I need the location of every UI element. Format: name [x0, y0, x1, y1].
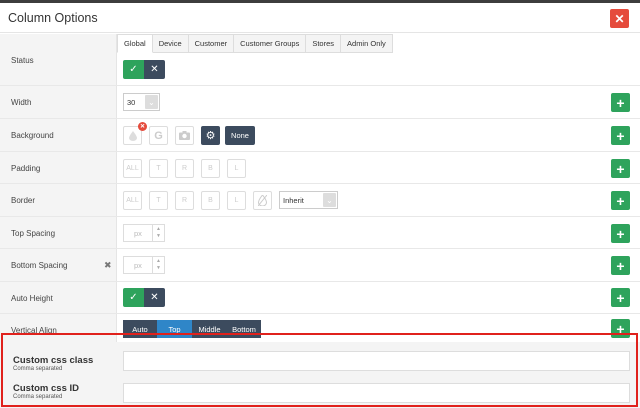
row-background: Background ✕ G ⚙ None + [0, 119, 640, 152]
row-top-spacing: Top Spacing px ▲ ▼ + [0, 217, 640, 249]
padding-all[interactable]: ALL [123, 159, 142, 178]
auto-height-label: Auto Height [11, 294, 53, 303]
remove-color-icon[interactable]: ✕ [138, 122, 147, 131]
border-add-button[interactable]: + [611, 191, 630, 210]
row-bottom-spacing: Bottom Spacing ✖ px ▲ ▼ + [0, 249, 640, 282]
bottom-spacing-add-button[interactable]: + [611, 256, 630, 275]
check-icon[interactable]: ✓ [123, 60, 144, 79]
remove-icon[interactable]: ✖ [104, 260, 112, 271]
close-icon: ✕ [614, 11, 625, 26]
padding-bottom[interactable]: B [201, 159, 220, 178]
padding-top[interactable]: T [149, 159, 168, 178]
background-none-button[interactable]: None [225, 126, 255, 145]
chevron-down-icon: ⌄ [145, 95, 158, 109]
close-button[interactable]: ✕ [610, 9, 629, 28]
padding-left[interactable]: L [227, 159, 246, 178]
top-spacing-add-button[interactable]: + [611, 224, 630, 243]
top-spacing-input[interactable]: px ▲ ▼ [123, 224, 165, 242]
row-auto-height: Auto Height ✓ ✕ + [0, 282, 640, 314]
plus-icon: + [616, 257, 625, 274]
check-icon[interactable]: ✓ [123, 288, 144, 307]
padding-right[interactable]: R [175, 159, 194, 178]
plus-icon: + [616, 94, 625, 111]
border-left[interactable]: L [227, 191, 246, 210]
plus-icon: + [616, 192, 625, 209]
plus-icon: + [616, 225, 625, 242]
modal-title: Column Options [8, 11, 98, 25]
row-border: Border ALL T R B L Inherit ⌄ + [0, 184, 640, 217]
border-style-select[interactable]: Inherit ⌄ [279, 191, 338, 209]
width-label: Width [11, 98, 32, 107]
border-right[interactable]: R [175, 191, 194, 210]
top-spacing-placeholder: px [134, 229, 142, 238]
status-label: Status [11, 56, 34, 65]
padding-label: Padding [11, 164, 41, 173]
width-value: 30 [127, 97, 136, 107]
image-icon[interactable] [175, 126, 194, 145]
row-padding: Padding ALL T R B L + [0, 152, 640, 184]
auto-height-toggle[interactable]: ✓ ✕ [123, 288, 165, 307]
padding-add-button[interactable]: + [611, 159, 630, 178]
background-add-button[interactable]: + [611, 126, 630, 145]
border-label: Border [11, 196, 36, 205]
width-select[interactable]: 30 ⌄ [123, 93, 160, 111]
x-icon[interactable]: ✕ [144, 288, 165, 307]
highlight-box [1, 333, 638, 407]
gear-button[interactable]: ⚙ [201, 126, 220, 145]
plus-icon: + [616, 160, 625, 177]
x-icon[interactable]: ✕ [144, 60, 165, 79]
bottom-spacing-input[interactable]: px ▲ ▼ [123, 256, 165, 274]
bottom-spacing-placeholder: px [134, 261, 142, 270]
row-status: Status ✓ ✕ [0, 34, 640, 86]
border-all[interactable]: ALL [123, 191, 142, 210]
spinner-arrows-icon[interactable]: ▲ ▼ [152, 257, 164, 273]
status-toggle[interactable]: ✓ ✕ [123, 60, 165, 79]
background-label: Background [11, 131, 54, 140]
auto-height-add-button[interactable]: + [611, 288, 630, 307]
modal-header: Column Options ✕ [0, 3, 640, 33]
chevron-down-icon: ⌄ [323, 193, 336, 207]
bottom-spacing-label: Bottom Spacing [11, 261, 68, 270]
row-width: Width 30 ⌄ + [0, 86, 640, 119]
width-add-button[interactable]: + [611, 93, 630, 112]
top-spacing-label: Top Spacing [11, 229, 56, 238]
gear-icon: ⚙ [205, 130, 216, 142]
border-style-value: Inherit [283, 195, 304, 205]
border-top[interactable]: T [149, 191, 168, 210]
spinner-arrows-icon[interactable]: ▲ ▼ [152, 225, 164, 241]
border-bottom[interactable]: B [201, 191, 220, 210]
plus-icon: + [616, 289, 625, 306]
google-icon[interactable]: G [149, 126, 168, 145]
border-color-icon[interactable] [253, 191, 272, 210]
plus-icon: + [616, 127, 625, 144]
